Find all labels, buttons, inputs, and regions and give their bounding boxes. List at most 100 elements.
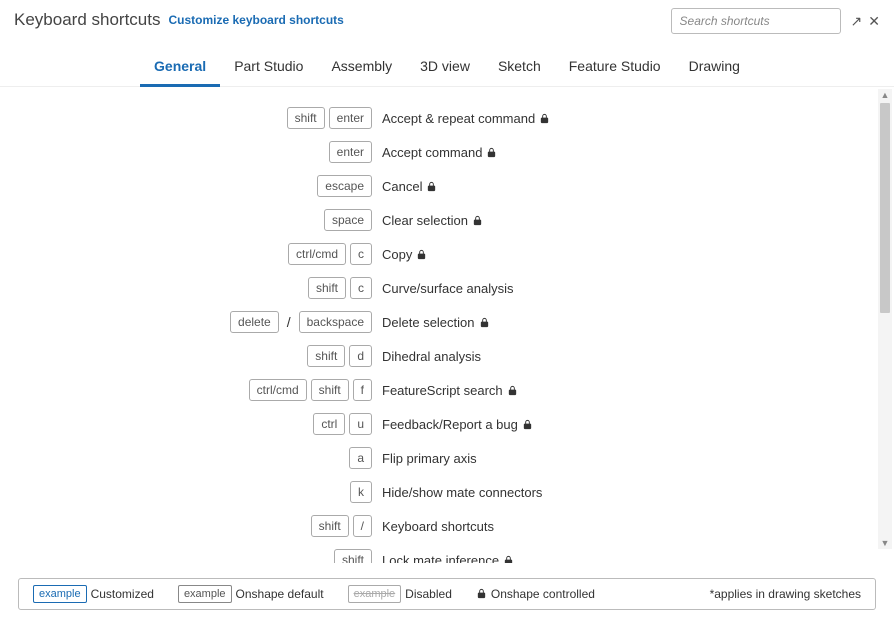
shortcut-label: FeatureScript search xyxy=(382,383,503,398)
shortcut-row: escape Cancel xyxy=(0,169,894,203)
lock-icon xyxy=(472,214,483,227)
tab-assembly[interactable]: Assembly xyxy=(317,50,406,87)
page-title: Keyboard shortcuts xyxy=(14,10,160,30)
key-ctrl-cmd: ctrl/cmd xyxy=(288,243,346,265)
search-input[interactable] xyxy=(671,8,841,34)
shortcut-row: ctrl/cmdcCopy xyxy=(0,237,894,271)
keys-group: ctrl/cmdc xyxy=(0,243,382,265)
key-u: u xyxy=(349,413,372,435)
legend-customized-key: example xyxy=(33,585,87,603)
key-space: space xyxy=(324,209,372,231)
shortcut-label: Lock mate inference xyxy=(382,553,499,564)
key-k: k xyxy=(350,481,372,503)
shortcut-description: Accept & repeat command xyxy=(382,111,550,126)
key-shift: shift xyxy=(308,277,346,299)
shortcut-label: Cancel xyxy=(382,179,422,194)
legend-footer: example Customized example Onshape defau… xyxy=(18,578,876,610)
shortcut-label: Clear selection xyxy=(382,213,468,228)
keys-group: enter xyxy=(0,141,382,163)
shortcut-label: Curve/surface analysis xyxy=(382,281,514,296)
lock-icon xyxy=(539,112,550,125)
shortcut-label: Accept command xyxy=(382,145,482,160)
legend-disabled-label: Disabled xyxy=(405,587,452,601)
lock-icon xyxy=(416,248,427,261)
legend-disabled-key: example xyxy=(348,585,402,603)
scroll-down-icon[interactable]: ▼ xyxy=(881,537,890,549)
close-icon[interactable]: ✕ xyxy=(868,13,880,30)
scroll-thumb[interactable] xyxy=(880,103,890,313)
shortcut-description: Delete selection xyxy=(382,315,490,330)
customize-shortcuts-link[interactable]: Customize keyboard shortcuts xyxy=(168,13,343,27)
shortcut-description: Hide/show mate connectors xyxy=(382,485,542,500)
keys-group: shiftc xyxy=(0,277,382,299)
keys-group: a xyxy=(0,447,382,469)
shortcut-description: Flip primary axis xyxy=(382,451,477,466)
key-backspace: backspace xyxy=(299,311,372,333)
shortcut-description: Keyboard shortcuts xyxy=(382,519,494,534)
lock-icon xyxy=(476,587,487,600)
scrollbar[interactable]: ▲ ▼ xyxy=(878,89,892,549)
shortcut-label: Copy xyxy=(382,247,412,262)
keys-group: ctrl/cmdshiftf xyxy=(0,379,382,401)
shortcut-label: Keyboard shortcuts xyxy=(382,519,494,534)
keys-group: k xyxy=(0,481,382,503)
shortcut-row: ctrl/cmdshiftfFeatureScript search xyxy=(0,373,894,407)
tab-part-studio[interactable]: Part Studio xyxy=(220,50,317,87)
shortcut-description: Curve/surface analysis xyxy=(382,281,514,296)
key-delete: delete xyxy=(230,311,279,333)
lock-icon xyxy=(522,418,533,431)
tab-bar: GeneralPart StudioAssembly3D viewSketchF… xyxy=(0,42,894,87)
legend-customized-label: Customized xyxy=(91,587,154,601)
legend-default-label: Onshape default xyxy=(236,587,324,601)
shortcut-description: Feedback/Report a bug xyxy=(382,417,533,432)
key-shift: shift xyxy=(307,345,345,367)
shortcut-description: Cancel xyxy=(382,179,437,194)
keys-group: shiftd xyxy=(0,345,382,367)
window-controls: ↗ ✕ xyxy=(851,13,880,30)
keys-group: escape xyxy=(0,175,382,197)
keys-group: ctrlu xyxy=(0,413,382,435)
header-right-group: ↗ ✕ xyxy=(671,8,880,34)
key-ctrl: ctrl xyxy=(313,413,345,435)
key-c: c xyxy=(350,243,372,265)
shortcut-label: Delete selection xyxy=(382,315,475,330)
key-ctrl-cmd: ctrl/cmd xyxy=(249,379,307,401)
tab-general[interactable]: General xyxy=(140,50,220,87)
tab-feature-studio[interactable]: Feature Studio xyxy=(555,50,675,87)
scroll-up-icon[interactable]: ▲ xyxy=(881,89,890,101)
keys-group: shift xyxy=(0,549,382,563)
shortcut-row: enter Accept command xyxy=(0,135,894,169)
key-c: c xyxy=(350,277,372,299)
key-enter: enter xyxy=(329,141,372,163)
tab-drawing[interactable]: Drawing xyxy=(675,50,754,87)
legend-default: example Onshape default xyxy=(178,585,324,603)
keys-group: delete/backspace xyxy=(0,311,382,333)
shortcut-row: delete/backspaceDelete selection xyxy=(0,305,894,339)
shortcut-label: Accept & repeat command xyxy=(382,111,535,126)
legend-disabled: example Disabled xyxy=(348,585,452,603)
key--: / xyxy=(353,515,372,537)
expand-icon[interactable]: ↗ xyxy=(851,13,863,30)
shortcut-list: shift enter Accept & repeat command enter Ac… xyxy=(0,87,894,565)
shortcut-row: shift/Keyboard shortcuts xyxy=(0,509,894,543)
legend-default-key: example xyxy=(178,585,232,603)
shortcut-description: Dihedral analysis xyxy=(382,349,481,364)
shortcut-row: k Hide/show mate connectors xyxy=(0,475,894,509)
legend-customized: example Customized xyxy=(33,585,154,603)
keys-group: space xyxy=(0,209,382,231)
tab-sketch[interactable]: Sketch xyxy=(484,50,555,87)
key-escape: escape xyxy=(317,175,372,197)
dialog-header: Keyboard shortcuts Customize keyboard sh… xyxy=(0,0,894,42)
key-enter: enter xyxy=(329,107,372,129)
shortcut-row: shiftenterAccept & repeat command xyxy=(0,101,894,135)
shortcut-row: shiftdDihedral analysis xyxy=(0,339,894,373)
shortcut-row: shiftLock mate inference xyxy=(0,543,894,563)
lock-icon xyxy=(503,554,514,564)
lock-icon xyxy=(486,146,497,159)
shortcut-description: FeatureScript search xyxy=(382,383,518,398)
lock-icon xyxy=(479,316,490,329)
key-separator: / xyxy=(283,314,295,330)
shortcut-row: ctrluFeedback/Report a bug xyxy=(0,407,894,441)
shortcut-row: shiftcCurve/surface analysis xyxy=(0,271,894,305)
tab-3d-view[interactable]: 3D view xyxy=(406,50,484,87)
